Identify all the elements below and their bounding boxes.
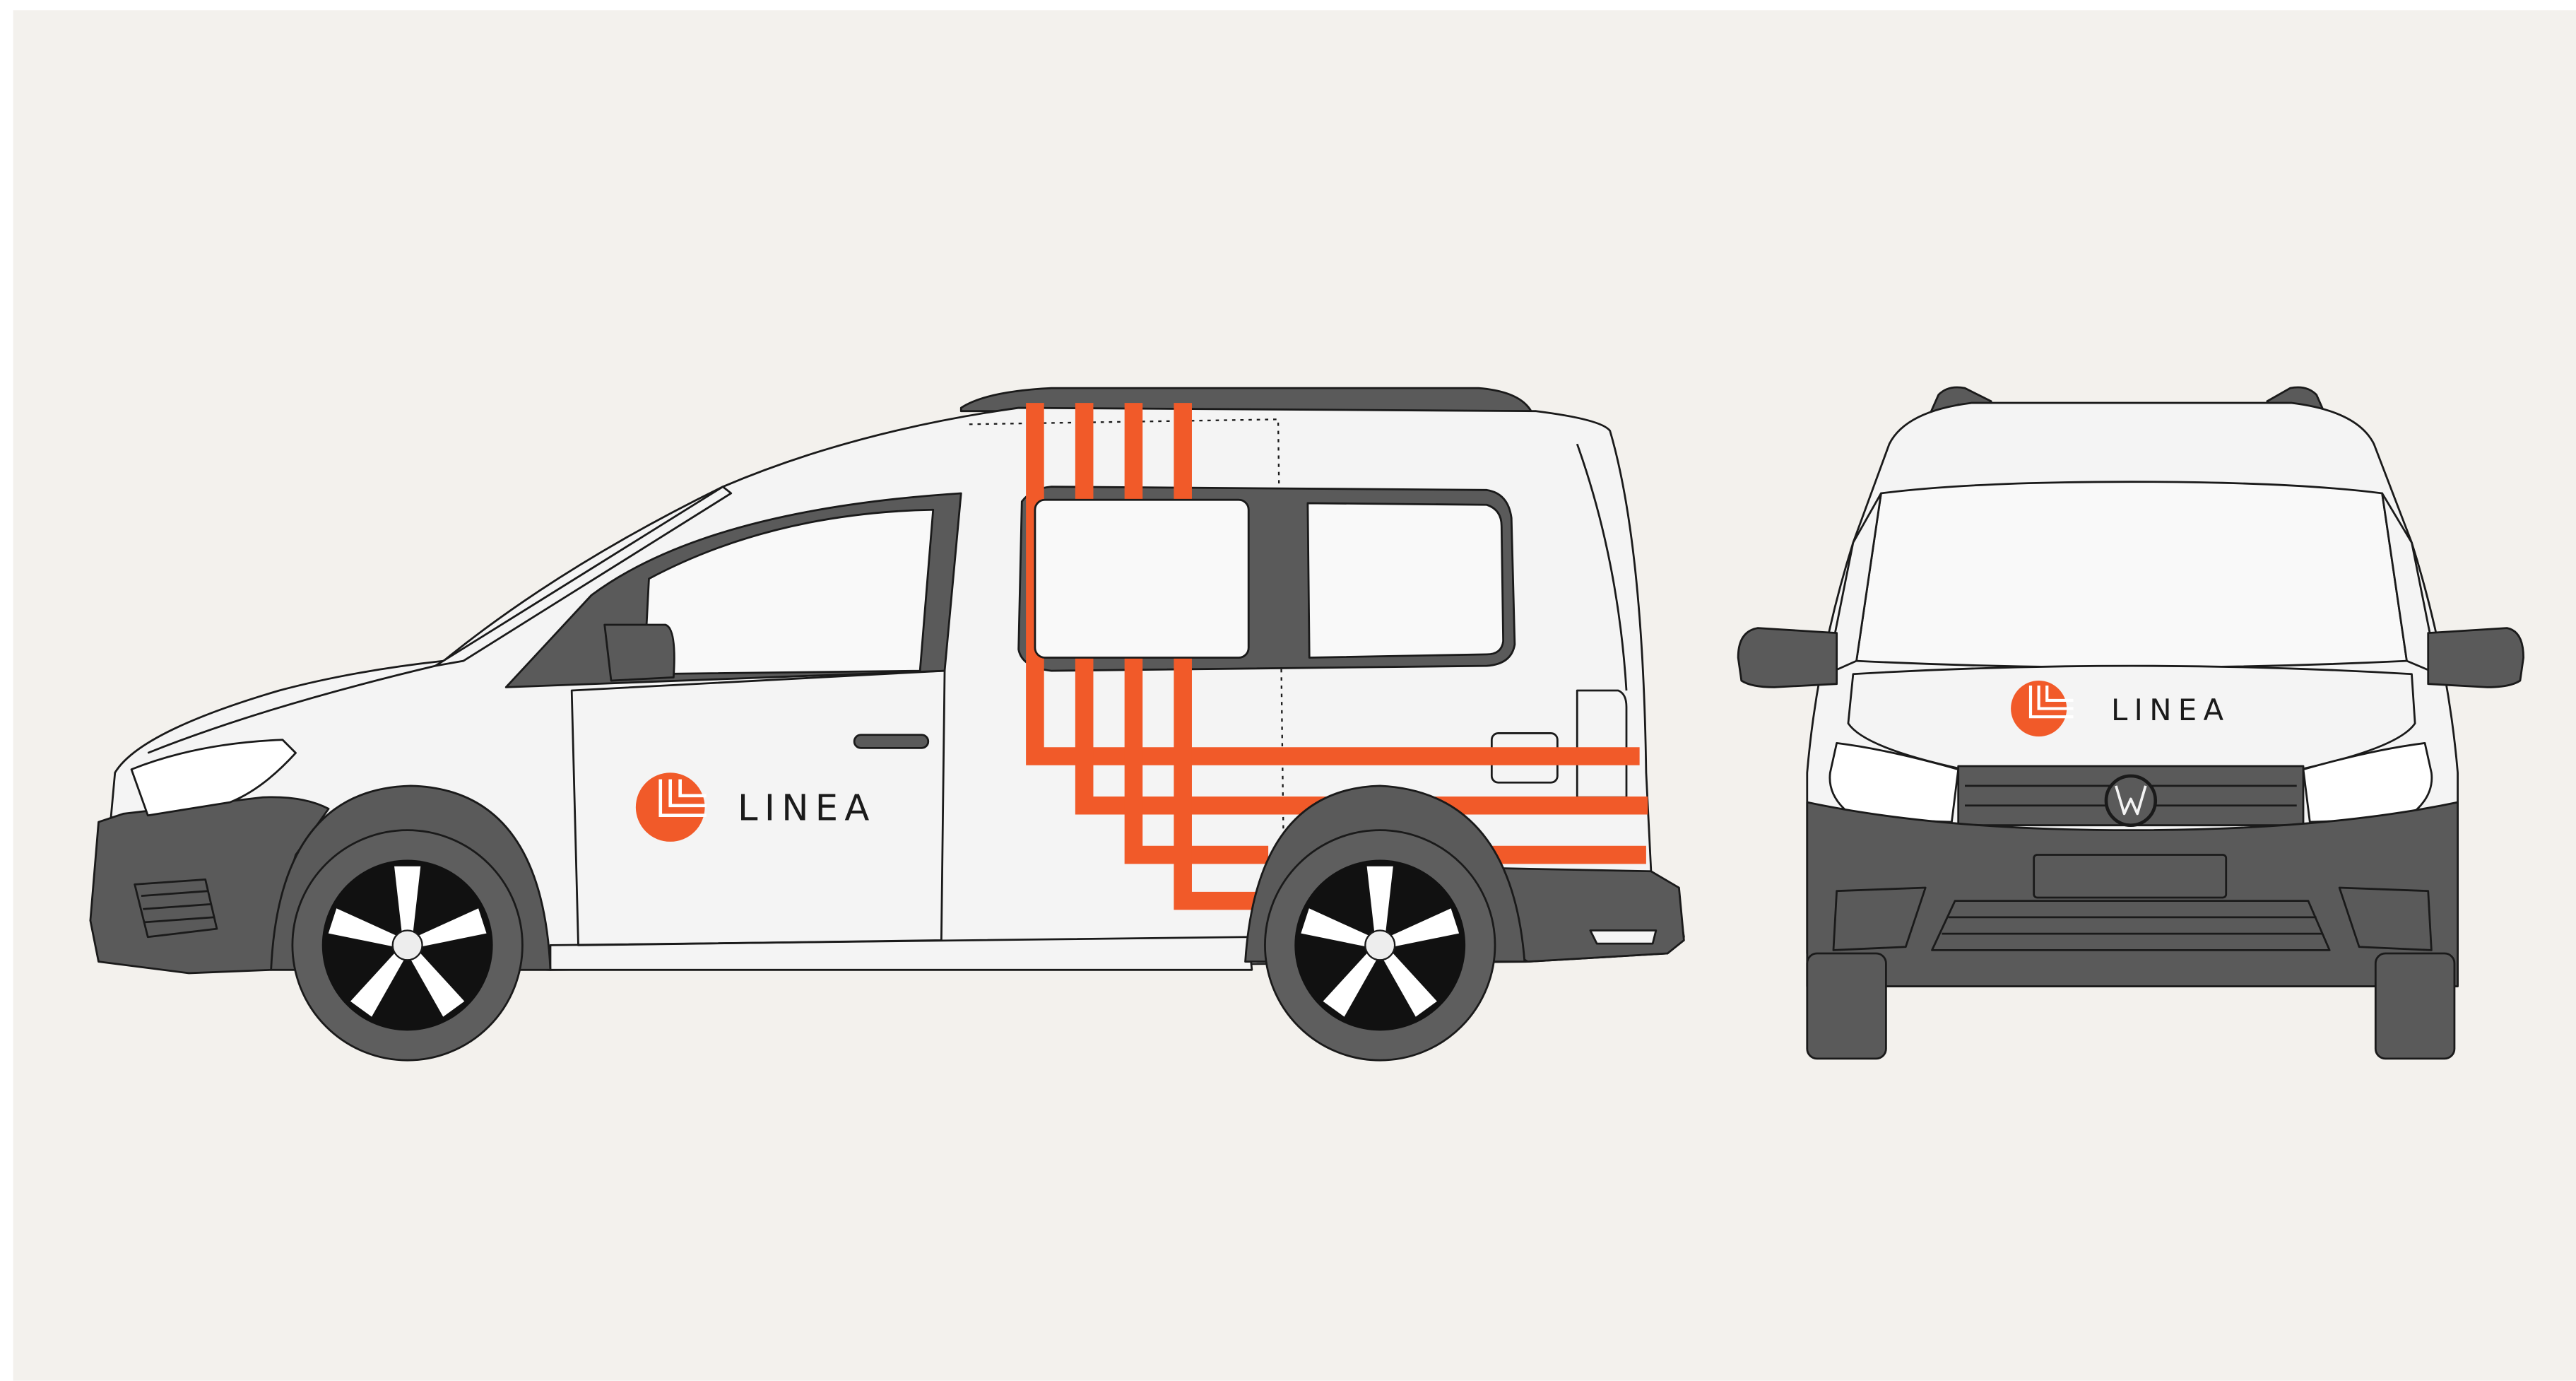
rear-wheel [1264,829,1496,1062]
windshield [1855,481,2408,669]
license-plate [2033,854,2228,899]
front-tire-right [2374,952,2456,1060]
tail-light [1576,689,1628,799]
rear-window-2 [1306,502,1505,659]
side-brand-name: LINEA [738,788,876,830]
side-mirror [603,623,675,682]
lower-grille [1931,900,2331,951]
front-mirror-right [2427,627,2524,688]
front-tire-left [1806,952,1887,1060]
front-brand-name: LINEA [2111,693,2231,727]
front-mirror-left [1737,627,1838,688]
front-wheel [291,829,524,1062]
rear-reflector [1589,929,1658,945]
front-door-handle [853,734,930,749]
vehicle-livery-mockup: LINEA LINEA [13,10,2576,1381]
rear-window-1-overlay [1034,498,1250,659]
